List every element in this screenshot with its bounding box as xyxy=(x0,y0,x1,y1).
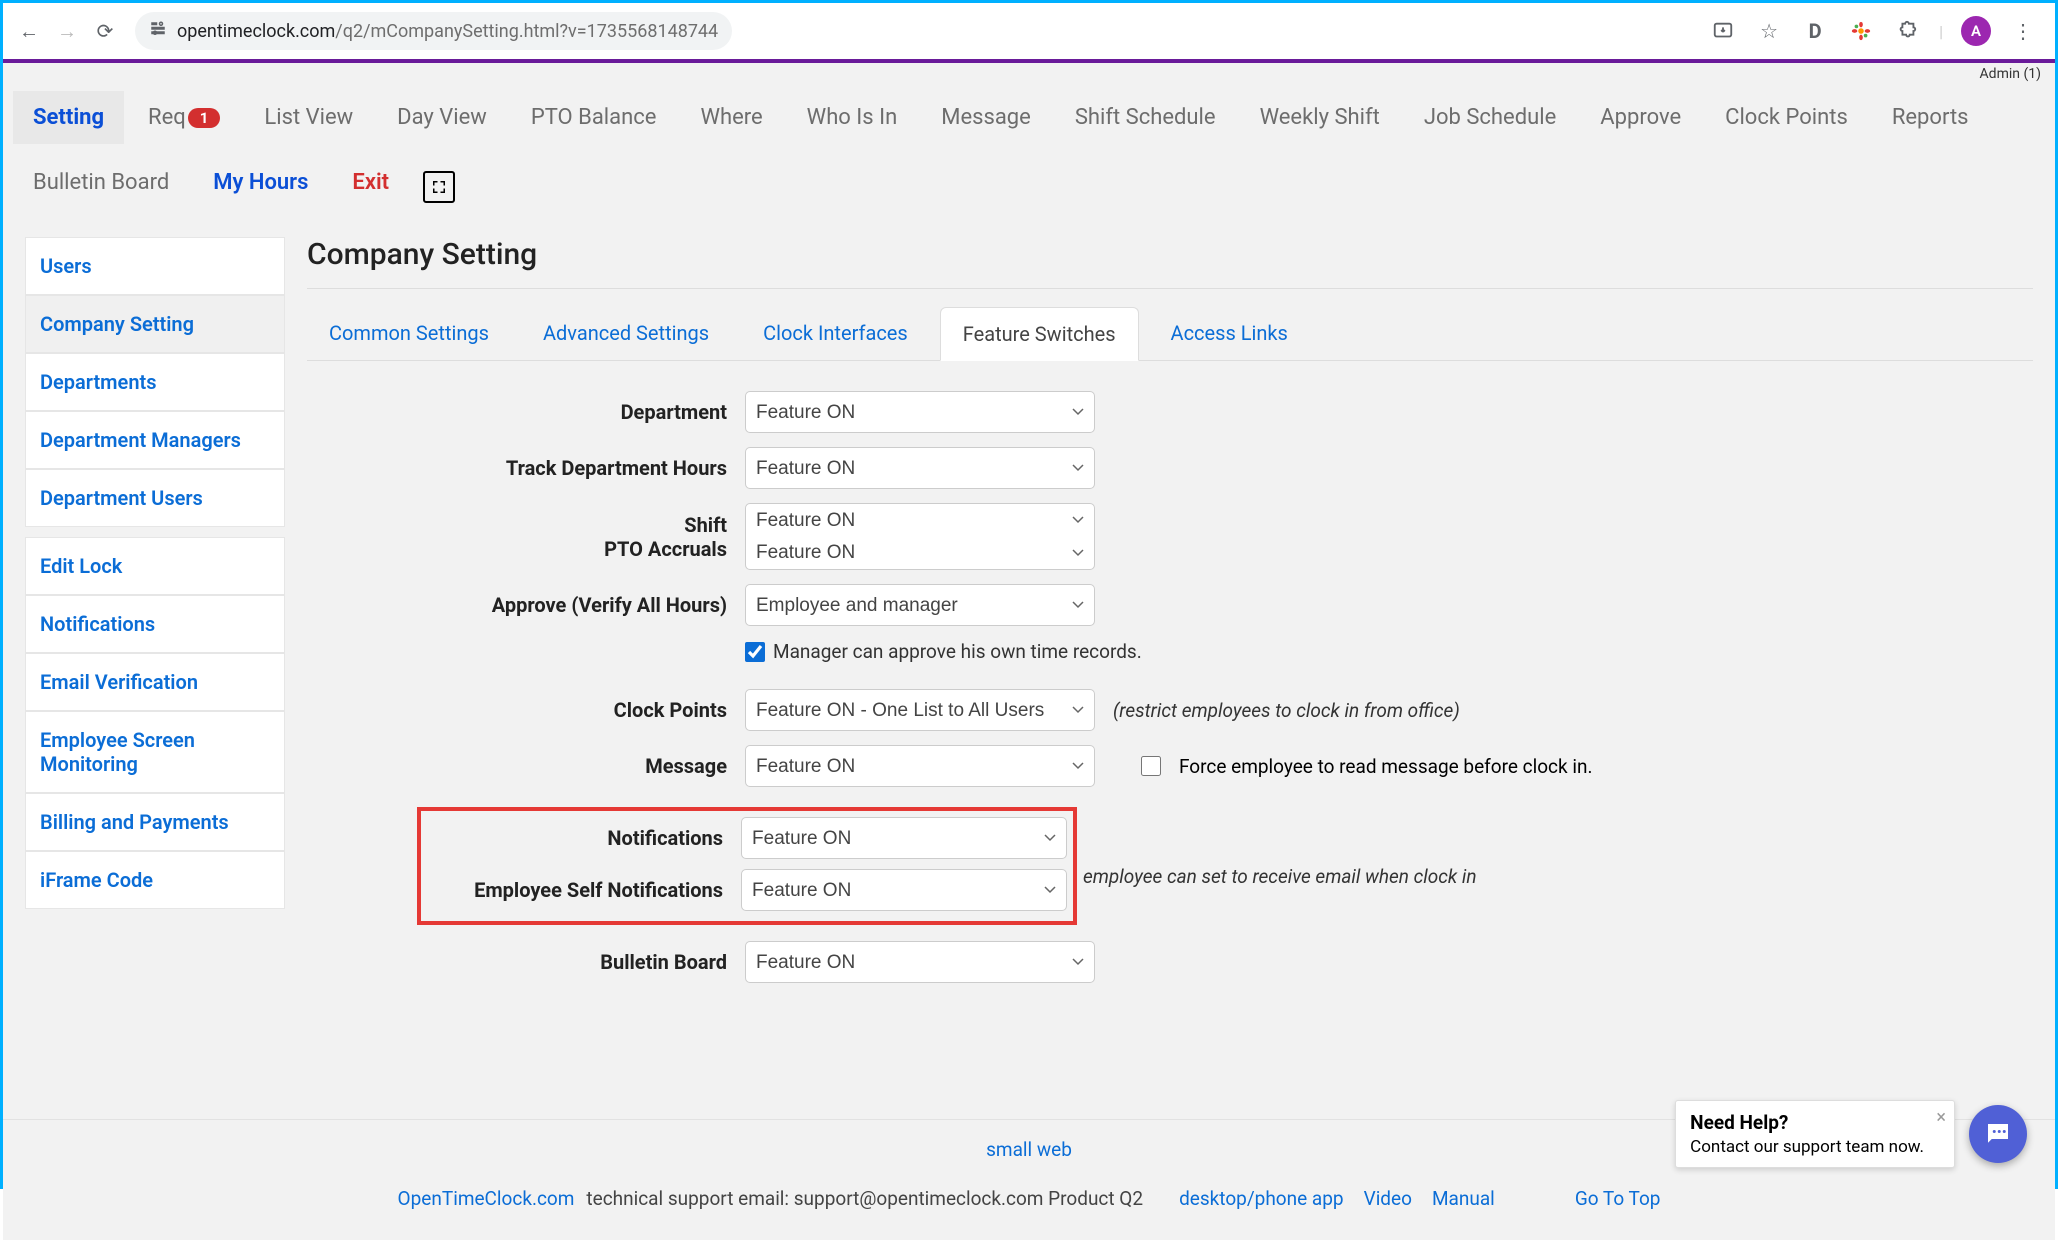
select-bulletin-board[interactable]: Feature ON xyxy=(745,941,1095,983)
tab-job-schedule[interactable]: Job Schedule xyxy=(1404,91,1576,144)
sidebar-item-email-verification[interactable]: Email Verification xyxy=(25,653,285,711)
bookmark-star-icon[interactable]: ☆ xyxy=(1755,17,1783,45)
tab-reports[interactable]: Reports xyxy=(1872,91,1989,144)
sidebar-item-iframe[interactable]: iFrame Code xyxy=(25,851,285,909)
url-path: /q2/mCompanySetting.html?v=1735568148744 xyxy=(335,21,718,42)
tab-bulletin-board[interactable]: Bulletin Board xyxy=(13,156,189,209)
link-desktop-app[interactable]: desktop/phone app xyxy=(1171,1187,1352,1210)
profile-avatar[interactable]: A xyxy=(1961,16,1991,46)
link-go-to-top[interactable]: Go To Top xyxy=(1567,1187,1669,1210)
label-department: Department xyxy=(307,400,727,424)
note-clock-points: (restrict employees to clock in from off… xyxy=(1113,699,1460,722)
close-icon[interactable]: × xyxy=(1936,1107,1946,1128)
browser-toolbar: ← → ⟳ opentimeclock.com/q2/mCompanySetti… xyxy=(3,3,2055,59)
label-force-read-message: Force employee to read message before cl… xyxy=(1179,755,1592,778)
tab-weekly-shift[interactable]: Weekly Shift xyxy=(1240,91,1400,144)
help-title: Need Help? xyxy=(1690,1111,1924,1134)
admin-indicator: Admin (1) xyxy=(3,63,2055,85)
fullscreen-icon[interactable] xyxy=(423,171,455,203)
tab-my-hours[interactable]: My Hours xyxy=(193,156,328,209)
forward-icon[interactable]: → xyxy=(53,17,81,45)
tab-pto-balance[interactable]: PTO Balance xyxy=(511,91,677,144)
label-notifications: Notifications xyxy=(427,826,723,850)
tab-exit[interactable]: Exit xyxy=(332,156,409,209)
page-body: Users Company Setting Departments Depart… xyxy=(3,215,2055,1019)
chat-bubble-icon[interactable] xyxy=(1969,1105,2027,1163)
back-icon[interactable]: ← xyxy=(15,17,43,45)
select-clock-points[interactable]: Feature ON - One List to All Users xyxy=(745,689,1095,731)
sidebar-item-monitoring[interactable]: Employee Screen Monitoring xyxy=(25,711,285,793)
label-pto-accruals: PTO Accruals xyxy=(307,537,727,561)
subtab-feature-switches[interactable]: Feature Switches xyxy=(940,307,1139,361)
checkbox-manager-approve-own[interactable] xyxy=(745,642,765,662)
select-message[interactable]: Feature ON xyxy=(745,745,1095,787)
tab-who-is-in[interactable]: Who Is In xyxy=(787,91,918,144)
url-domain: opentimeclock.com xyxy=(177,21,335,42)
label-manager-approve-own: Manager can approve his own time records… xyxy=(773,640,1142,663)
link-video[interactable]: Video xyxy=(1356,1187,1420,1210)
tab-shift-schedule[interactable]: Shift Schedule xyxy=(1055,91,1236,144)
help-widget: × Need Help? Contact our support team no… xyxy=(1675,1100,2027,1168)
tab-clock-points[interactable]: Clock Points xyxy=(1705,91,1868,144)
link-manual[interactable]: Manual xyxy=(1424,1187,1503,1210)
extensions-puzzle-icon[interactable] xyxy=(1893,17,1921,45)
help-card[interactable]: × Need Help? Contact our support team no… xyxy=(1675,1100,1955,1168)
label-clock-points: Clock Points xyxy=(307,698,727,722)
sidebar-item-users[interactable]: Users xyxy=(25,237,285,295)
subtab-clock-interfaces[interactable]: Clock Interfaces xyxy=(741,307,930,360)
tab-setting[interactable]: Setting xyxy=(13,91,124,144)
select-track-dept-hours[interactable]: Feature ON xyxy=(745,447,1095,489)
tab-request[interactable]: Req1 xyxy=(128,91,240,144)
sidebar-item-departments[interactable]: Departments xyxy=(25,353,285,411)
label-bulletin-board: Bulletin Board xyxy=(307,950,727,974)
settings-sidebar: Users Company Setting Departments Depart… xyxy=(25,237,285,997)
subtab-advanced[interactable]: Advanced Settings xyxy=(521,307,731,360)
label-shift: Shift xyxy=(307,513,727,537)
tab-message[interactable]: Message xyxy=(921,91,1051,144)
main-content: Company Setting Common Settings Advanced… xyxy=(307,237,2033,997)
label-approve: Approve (Verify All Hours) xyxy=(307,593,727,617)
sidebar-item-billing[interactable]: Billing and Payments xyxy=(25,793,285,851)
label-message: Message xyxy=(307,754,727,778)
sidebar-item-edit-lock[interactable]: Edit Lock xyxy=(25,537,285,595)
install-app-icon[interactable] xyxy=(1709,17,1737,45)
primary-nav: Setting Req1 List View Day View PTO Bala… xyxy=(3,85,2055,215)
select-approve[interactable]: Employee and manager xyxy=(745,584,1095,626)
label-track-dept-hours: Track Department Hours xyxy=(307,456,727,480)
tab-list-view[interactable]: List View xyxy=(244,91,373,144)
checkbox-force-read-message[interactable] xyxy=(1141,756,1161,776)
subtab-common[interactable]: Common Settings xyxy=(307,307,511,360)
site-settings-icon[interactable] xyxy=(149,20,167,42)
feature-switches-form: Department Feature ON Track Department H… xyxy=(307,361,2033,983)
browser-menu-icon[interactable]: ⋮ xyxy=(2009,17,2037,45)
reload-icon[interactable]: ⟳ xyxy=(91,17,119,45)
tab-where[interactable]: Where xyxy=(680,91,782,144)
select-pto-accruals[interactable]: Feature ON xyxy=(745,536,1095,570)
sidebar-item-dept-managers[interactable]: Department Managers xyxy=(25,411,285,469)
tab-approve[interactable]: Approve xyxy=(1580,91,1701,144)
label-self-notifications: Employee Self Notifications xyxy=(427,878,723,902)
subtab-bar: Common Settings Advanced Settings Clock … xyxy=(307,307,2033,361)
subtab-access-links[interactable]: Access Links xyxy=(1149,307,1310,360)
link-brand[interactable]: OpenTimeClock.com xyxy=(390,1187,583,1210)
url-bar[interactable]: opentimeclock.com/q2/mCompanySetting.htm… xyxy=(135,12,732,50)
page-title: Company Setting xyxy=(307,237,2033,289)
extension-d-icon[interactable]: D xyxy=(1801,17,1829,45)
select-notifications[interactable]: Feature ON xyxy=(741,817,1067,859)
select-self-notifications[interactable]: Feature ON xyxy=(741,869,1067,911)
footer-support-text: technical support email: support@opentim… xyxy=(586,1187,1143,1210)
select-department[interactable]: Feature ON xyxy=(745,391,1095,433)
request-badge: 1 xyxy=(188,108,221,128)
sidebar-item-company-setting[interactable]: Company Setting xyxy=(25,295,285,353)
help-subtitle: Contact our support team now. xyxy=(1690,1137,1924,1157)
tab-request-label: Req xyxy=(148,105,186,130)
highlight-notifications: Notifications Feature ON Employee Self N… xyxy=(417,807,1077,925)
sidebar-item-notifications[interactable]: Notifications xyxy=(25,595,285,653)
select-shift[interactable]: Feature ON xyxy=(745,503,1095,537)
extension-flower-icon[interactable] xyxy=(1847,17,1875,45)
sidebar-item-dept-users[interactable]: Department Users xyxy=(25,469,285,527)
note-self-notifications: employee can set to receive email when c… xyxy=(1083,865,1477,888)
tab-day-view[interactable]: Day View xyxy=(377,91,507,144)
